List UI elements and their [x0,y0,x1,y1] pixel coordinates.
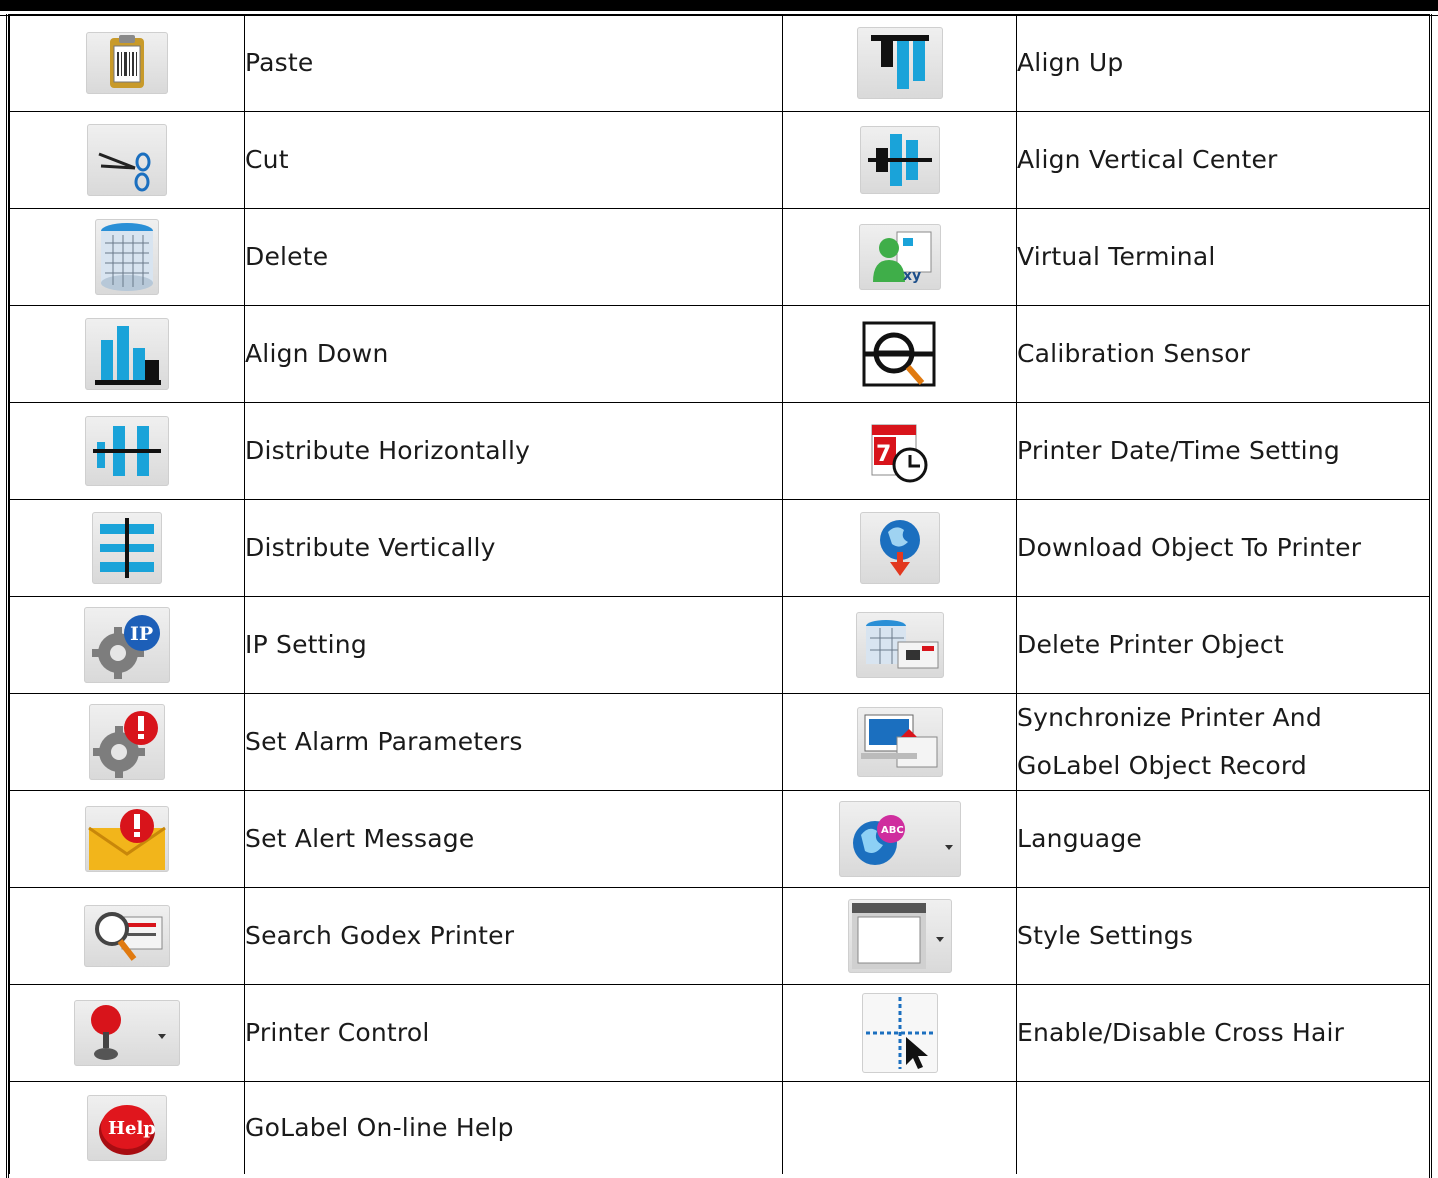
printer-control-icon [74,1000,180,1066]
table-row: Distribute Vertically Download Object To… [9,499,1430,597]
cut-icon [87,124,167,196]
help-glyph: Help [108,1118,156,1139]
delete-icon [95,219,159,295]
ip-setting-icon: IP [84,607,170,683]
help-icon: Help [87,1095,167,1161]
download-object-icon [859,512,940,584]
table-row: Search Godex Printer Style Settings [9,887,1430,985]
printer-date-time-icon: 7 [859,415,940,487]
virtual-terminal-icon: xy [858,224,941,290]
top-rule [0,0,1438,16]
table-row: Help GoLabel On-line Help [9,1081,1430,1174]
search-printer-icon [84,905,170,967]
align-up-icon [856,27,943,99]
toolbar-icon-table: Paste Align Up Cut Align Vertical Center… [9,14,1430,1174]
table-cell-label: GoLabel On-line Help [244,1081,783,1174]
table-cell-label: Printer Control [244,984,783,1082]
set-alert-message-icon [85,806,169,872]
table-row: Cut Align Vertical Center [9,111,1430,209]
table-cell-label: Download Object To Printer [1016,499,1430,597]
table-cell-label: Printer Date/Time Setting [1016,402,1430,500]
table-cell-label: Set Alert Message [244,790,783,888]
empty-cell [782,1081,1017,1174]
calendar-day-glyph: 7 [876,442,891,467]
table-cell-label: Enable/Disable Cross Hair [1016,984,1430,1082]
table-cell-label: Distribute Vertically [244,499,783,597]
table-row: Paste Align Up [9,14,1430,112]
table-cell-label: Align Down [244,305,783,403]
delete-printer-object-icon [855,612,944,678]
table-cell-label-line1: Synchronize Printer And [1017,703,1322,732]
distribute-vertically-icon [92,512,162,584]
table-cell-label: Cut [244,111,783,209]
cross-hair-icon [861,993,938,1073]
calibration-sensor-icon [857,317,942,391]
table-cell-label: Language [1016,790,1430,888]
align-vertical-center-icon [859,126,940,194]
table-cell-label: Distribute Horizontally [244,402,783,500]
empty-cell [1016,1081,1430,1174]
ip-glyph: IP [130,623,153,645]
synchronize-icon [856,707,943,777]
distribute-horizontally-icon [85,416,169,486]
style-settings-icon [847,899,952,973]
align-down-icon [85,318,169,390]
table-row: IP IP Setting Delete Printer Object [9,596,1430,694]
table-row: Set Alarm Parameters Synchronize Printer… [9,693,1430,791]
table-cell-label: IP Setting [244,596,783,694]
svg-text:xy: xy [903,268,921,284]
table-cell-label: Search Godex Printer [244,887,783,985]
language-icon: ABC [838,801,961,877]
table-cell-label: Calibration Sensor [1016,305,1430,403]
table-cell-label: Align Vertical Center [1016,111,1430,209]
table-cell-label: Align Up [1016,14,1430,112]
table-row: Align Down Calibration Sensor [9,305,1430,403]
table-row: Printer Control Enable/Disable Cross Hai… [9,984,1430,1082]
abc-glyph: ABC [881,825,904,836]
table-row: Set Alert Message ABC Language [9,790,1430,888]
table-cell-label: Paste [244,14,783,112]
table-cell-label-line2: GoLabel Object Record [1017,751,1308,780]
paste-icon [86,32,168,94]
table-row: Distribute Horizontally 7 Printer Date/T… [9,402,1430,500]
table-cell-label: Style Settings [1016,887,1430,985]
table-cell-label: Set Alarm Parameters [244,693,783,791]
table-row: Delete xy Virtual Terminal [9,208,1430,306]
table-cell-label: Delete [244,208,783,306]
table-cell-label: Delete Printer Object [1016,596,1430,694]
table-cell-label: Virtual Terminal [1016,208,1430,306]
set-alarm-parameters-icon [89,704,165,780]
